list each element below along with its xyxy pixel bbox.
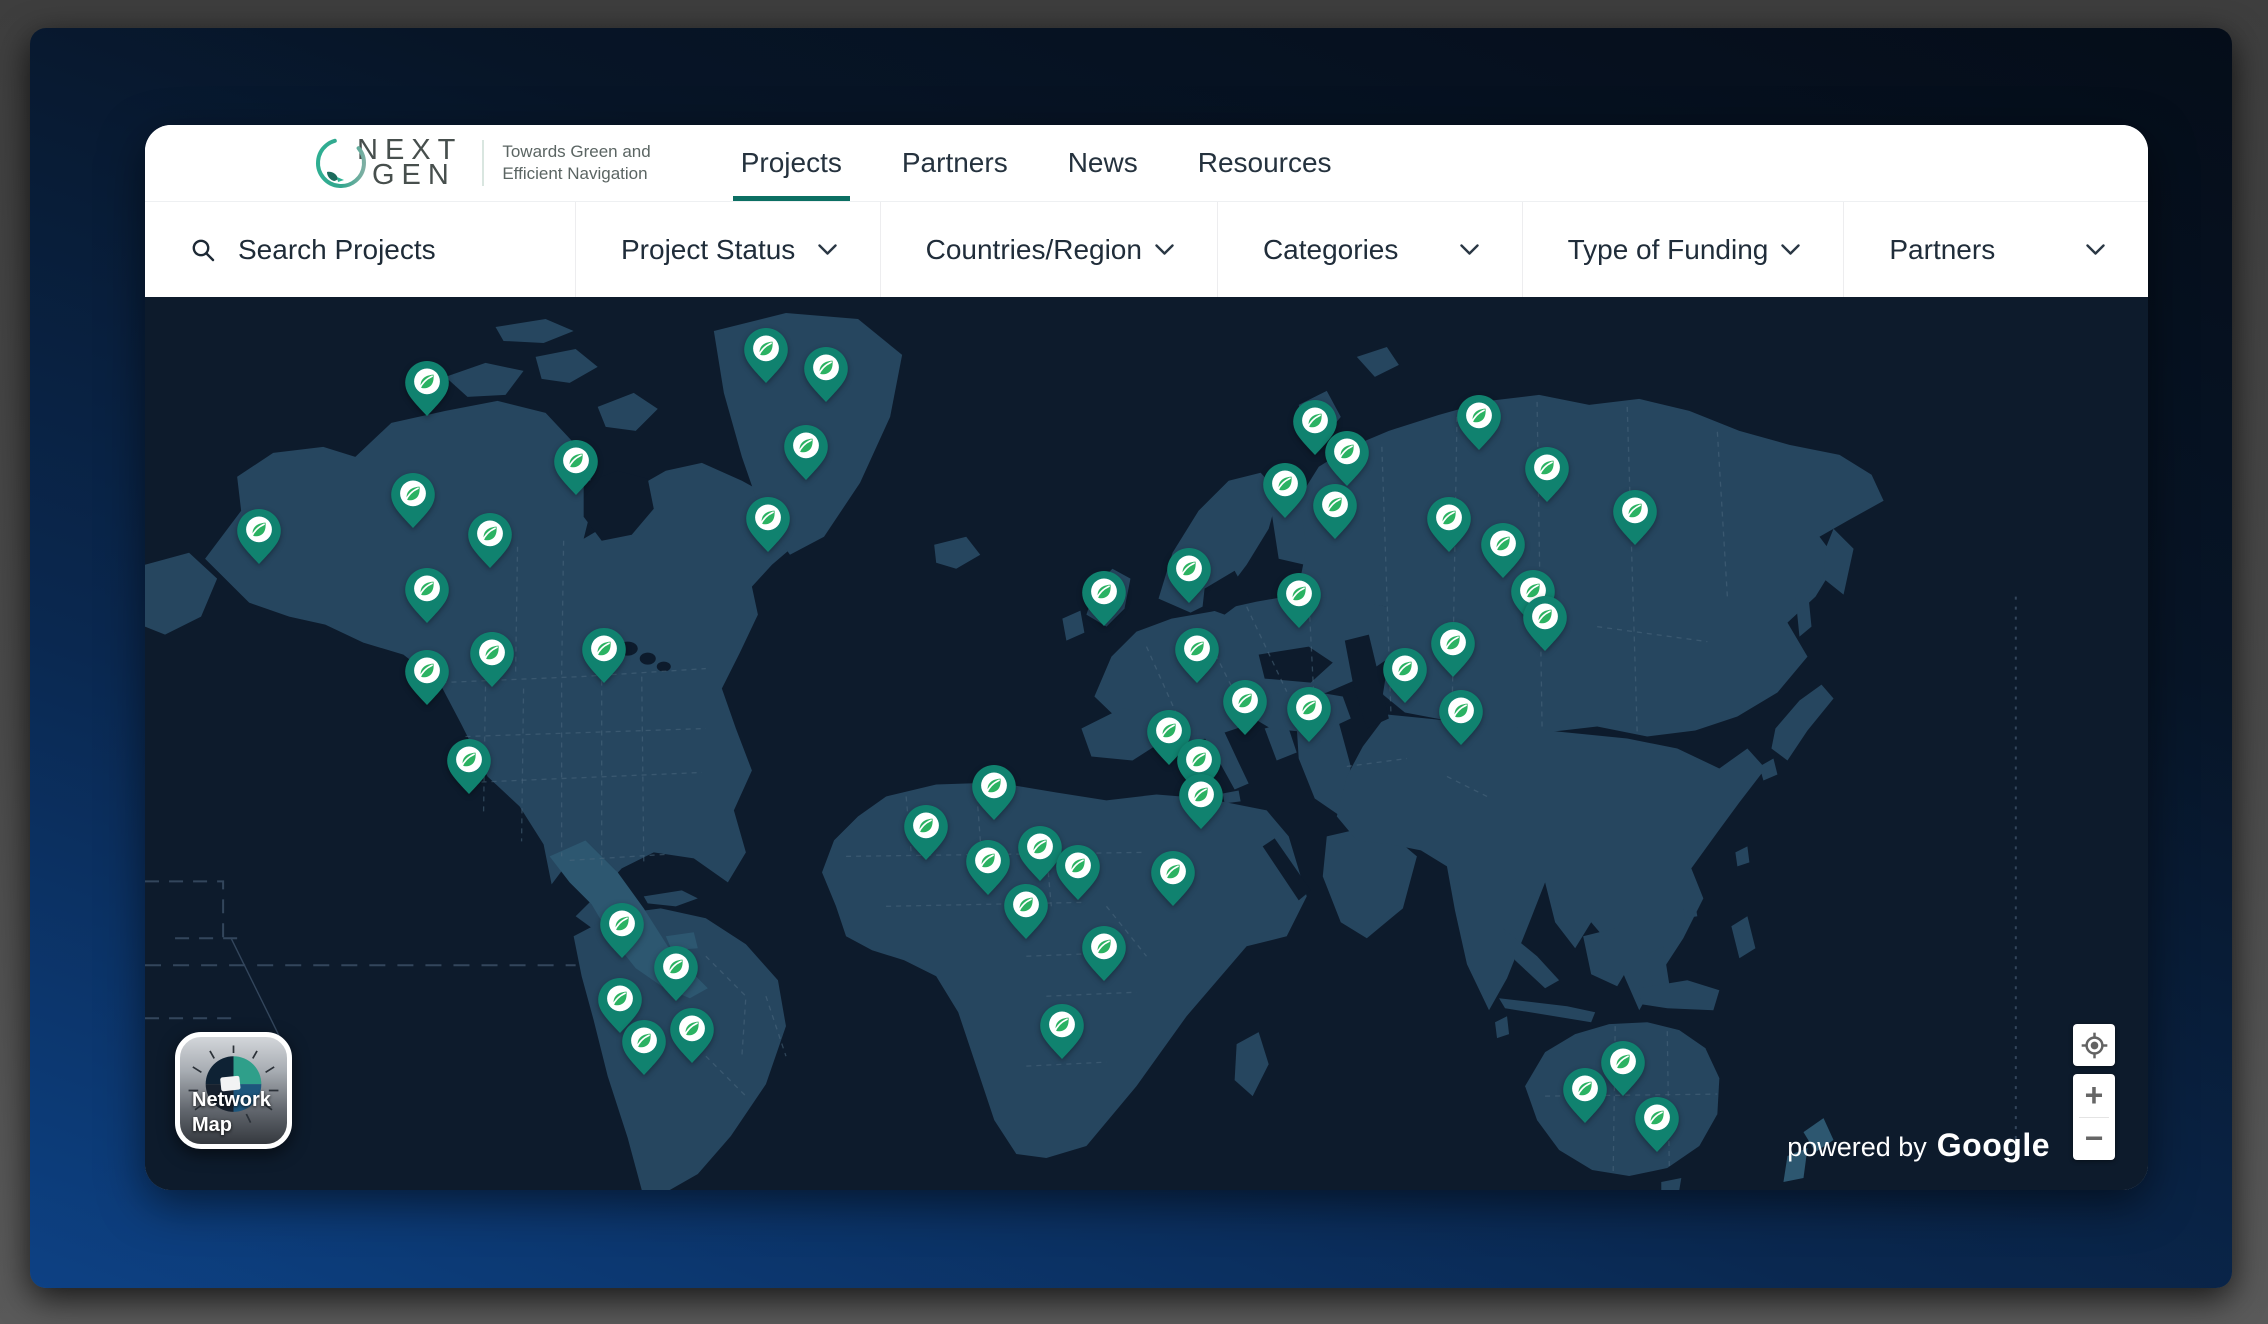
map-pin[interactable]: [1613, 490, 1657, 545]
app-background: NEXT GEN Towards Green and Efficient Nav…: [30, 28, 2232, 1288]
map-pin[interactable]: [1427, 497, 1471, 552]
map-pin[interactable]: [405, 568, 449, 623]
filter-dropdown-categories[interactable]: Categories: [1217, 202, 1522, 297]
tagline-line1: Towards Green and: [502, 141, 650, 163]
map-pin[interactable]: [1004, 884, 1048, 939]
filter-label: Type of Funding: [1568, 234, 1769, 266]
filter-label: Project Status: [621, 234, 795, 266]
map-pin[interactable]: [746, 497, 790, 552]
filter-dropdown-partners[interactable]: Partners: [1843, 202, 2148, 297]
search-icon: [190, 237, 216, 263]
map-pin[interactable]: [1313, 484, 1357, 539]
logo-divider: [482, 140, 484, 186]
map-pin[interactable]: [1223, 680, 1267, 735]
brand-wordmark: NEXT GEN: [357, 138, 462, 188]
map-pin[interactable]: [405, 650, 449, 705]
map-pin[interactable]: [804, 347, 848, 402]
map-pin[interactable]: [1167, 548, 1211, 603]
chevron-down-icon: [2085, 243, 2106, 256]
filter-label: Partners: [1889, 234, 1995, 266]
map-pin[interactable]: [1525, 447, 1569, 502]
nav-tab-resources[interactable]: Resources: [1168, 125, 1362, 201]
main-nav: ProjectsPartnersNewsResources: [711, 125, 1362, 201]
tagline-line2: Efficient Navigation: [502, 163, 650, 185]
powered-by-text: powered by: [1787, 1132, 1927, 1163]
map-pin[interactable]: [1325, 431, 1369, 486]
chevron-down-icon: [1459, 243, 1480, 256]
map-pin[interactable]: [1082, 926, 1126, 981]
chevron-down-icon: [1780, 243, 1801, 256]
map-pin[interactable]: [600, 903, 644, 958]
network-map-toggle[interactable]: Network Map: [175, 1032, 292, 1149]
network-map-label-line2: Map: [192, 1113, 271, 1138]
map-pin[interactable]: [784, 425, 828, 480]
map-pin[interactable]: [391, 473, 435, 528]
map-pin[interactable]: [1523, 596, 1567, 651]
map-pin[interactable]: [1457, 395, 1501, 450]
map-pin[interactable]: [670, 1008, 714, 1063]
map-pin[interactable]: [554, 440, 598, 495]
logo-ring-icon: [313, 135, 369, 191]
filter-label: Countries/Region: [926, 234, 1142, 266]
network-map-label-line1: Network: [192, 1088, 271, 1113]
map-pin[interactable]: [1287, 687, 1331, 742]
filter-bar: Project Status Countries/Region Categories…: [145, 201, 2148, 297]
filter-dropdown-type-of-funding[interactable]: Type of Funding: [1522, 202, 1844, 297]
map-pin[interactable]: [1056, 845, 1100, 900]
filter-dropdowns: Project Status Countries/Region Categories…: [575, 202, 2148, 297]
filter-dropdown-project-status[interactable]: Project Status: [575, 202, 880, 297]
map-pin[interactable]: [1277, 573, 1321, 628]
google-wordmark: Google: [1937, 1127, 2050, 1164]
header: NEXT GEN Towards Green and Efficient Nav…: [145, 125, 2148, 201]
search-input[interactable]: [236, 233, 575, 267]
brand-line2: GEN: [372, 163, 462, 188]
map-pin[interactable]: [1263, 463, 1307, 518]
map-pin[interactable]: [1601, 1041, 1645, 1096]
map-pin[interactable]: [972, 765, 1016, 820]
map-pin[interactable]: [1431, 622, 1475, 677]
nav-tab-partners[interactable]: Partners: [872, 125, 1038, 201]
zoom-out-button[interactable]: −: [2073, 1118, 2115, 1161]
map-pin[interactable]: [1635, 1097, 1679, 1152]
nav-tab-news[interactable]: News: [1038, 125, 1168, 201]
brand-logo[interactable]: NEXT GEN Towards Green and Efficient Nav…: [313, 135, 651, 191]
nav-tab-projects[interactable]: Projects: [711, 125, 872, 201]
map-pin[interactable]: [1439, 690, 1483, 745]
zoom-control: + −: [2073, 1074, 2115, 1160]
locate-icon: [2081, 1032, 2108, 1059]
map-pin[interactable]: [1563, 1068, 1607, 1123]
filter-label: Categories: [1263, 234, 1398, 266]
chevron-down-icon: [817, 243, 838, 256]
map-attribution: powered by Google: [1787, 1127, 2050, 1164]
map-pin[interactable]: [237, 509, 281, 564]
map-pin[interactable]: [1082, 571, 1126, 626]
network-map-label: Network Map: [192, 1088, 271, 1138]
map-pin[interactable]: [447, 739, 491, 794]
map-pin[interactable]: [582, 628, 626, 683]
main-card: NEXT GEN Towards Green and Efficient Nav…: [145, 125, 2148, 1190]
map-pin[interactable]: [622, 1020, 666, 1075]
map-pin[interactable]: [1175, 628, 1219, 683]
filter-dropdown-countries-region[interactable]: Countries/Region: [880, 202, 1217, 297]
map-pin[interactable]: [468, 513, 512, 568]
map-pin[interactable]: [1383, 648, 1427, 703]
map-pin[interactable]: [744, 328, 788, 383]
map-pin[interactable]: [1179, 774, 1223, 829]
brand-tagline: Towards Green and Efficient Navigation: [502, 141, 650, 185]
search-box[interactable]: [145, 202, 575, 297]
map-pin[interactable]: [654, 946, 698, 1001]
map-pin[interactable]: [405, 361, 449, 416]
map-pin[interactable]: [904, 805, 948, 860]
map-canvas[interactable]: Network Map + −: [145, 297, 2148, 1190]
map-pin[interactable]: [1040, 1004, 1084, 1059]
zoom-in-button[interactable]: +: [2073, 1074, 2115, 1117]
map-pin[interactable]: [470, 632, 514, 687]
chevron-down-icon: [1154, 243, 1175, 256]
my-location-button[interactable]: [2073, 1024, 2115, 1066]
map-pin[interactable]: [1151, 851, 1195, 906]
